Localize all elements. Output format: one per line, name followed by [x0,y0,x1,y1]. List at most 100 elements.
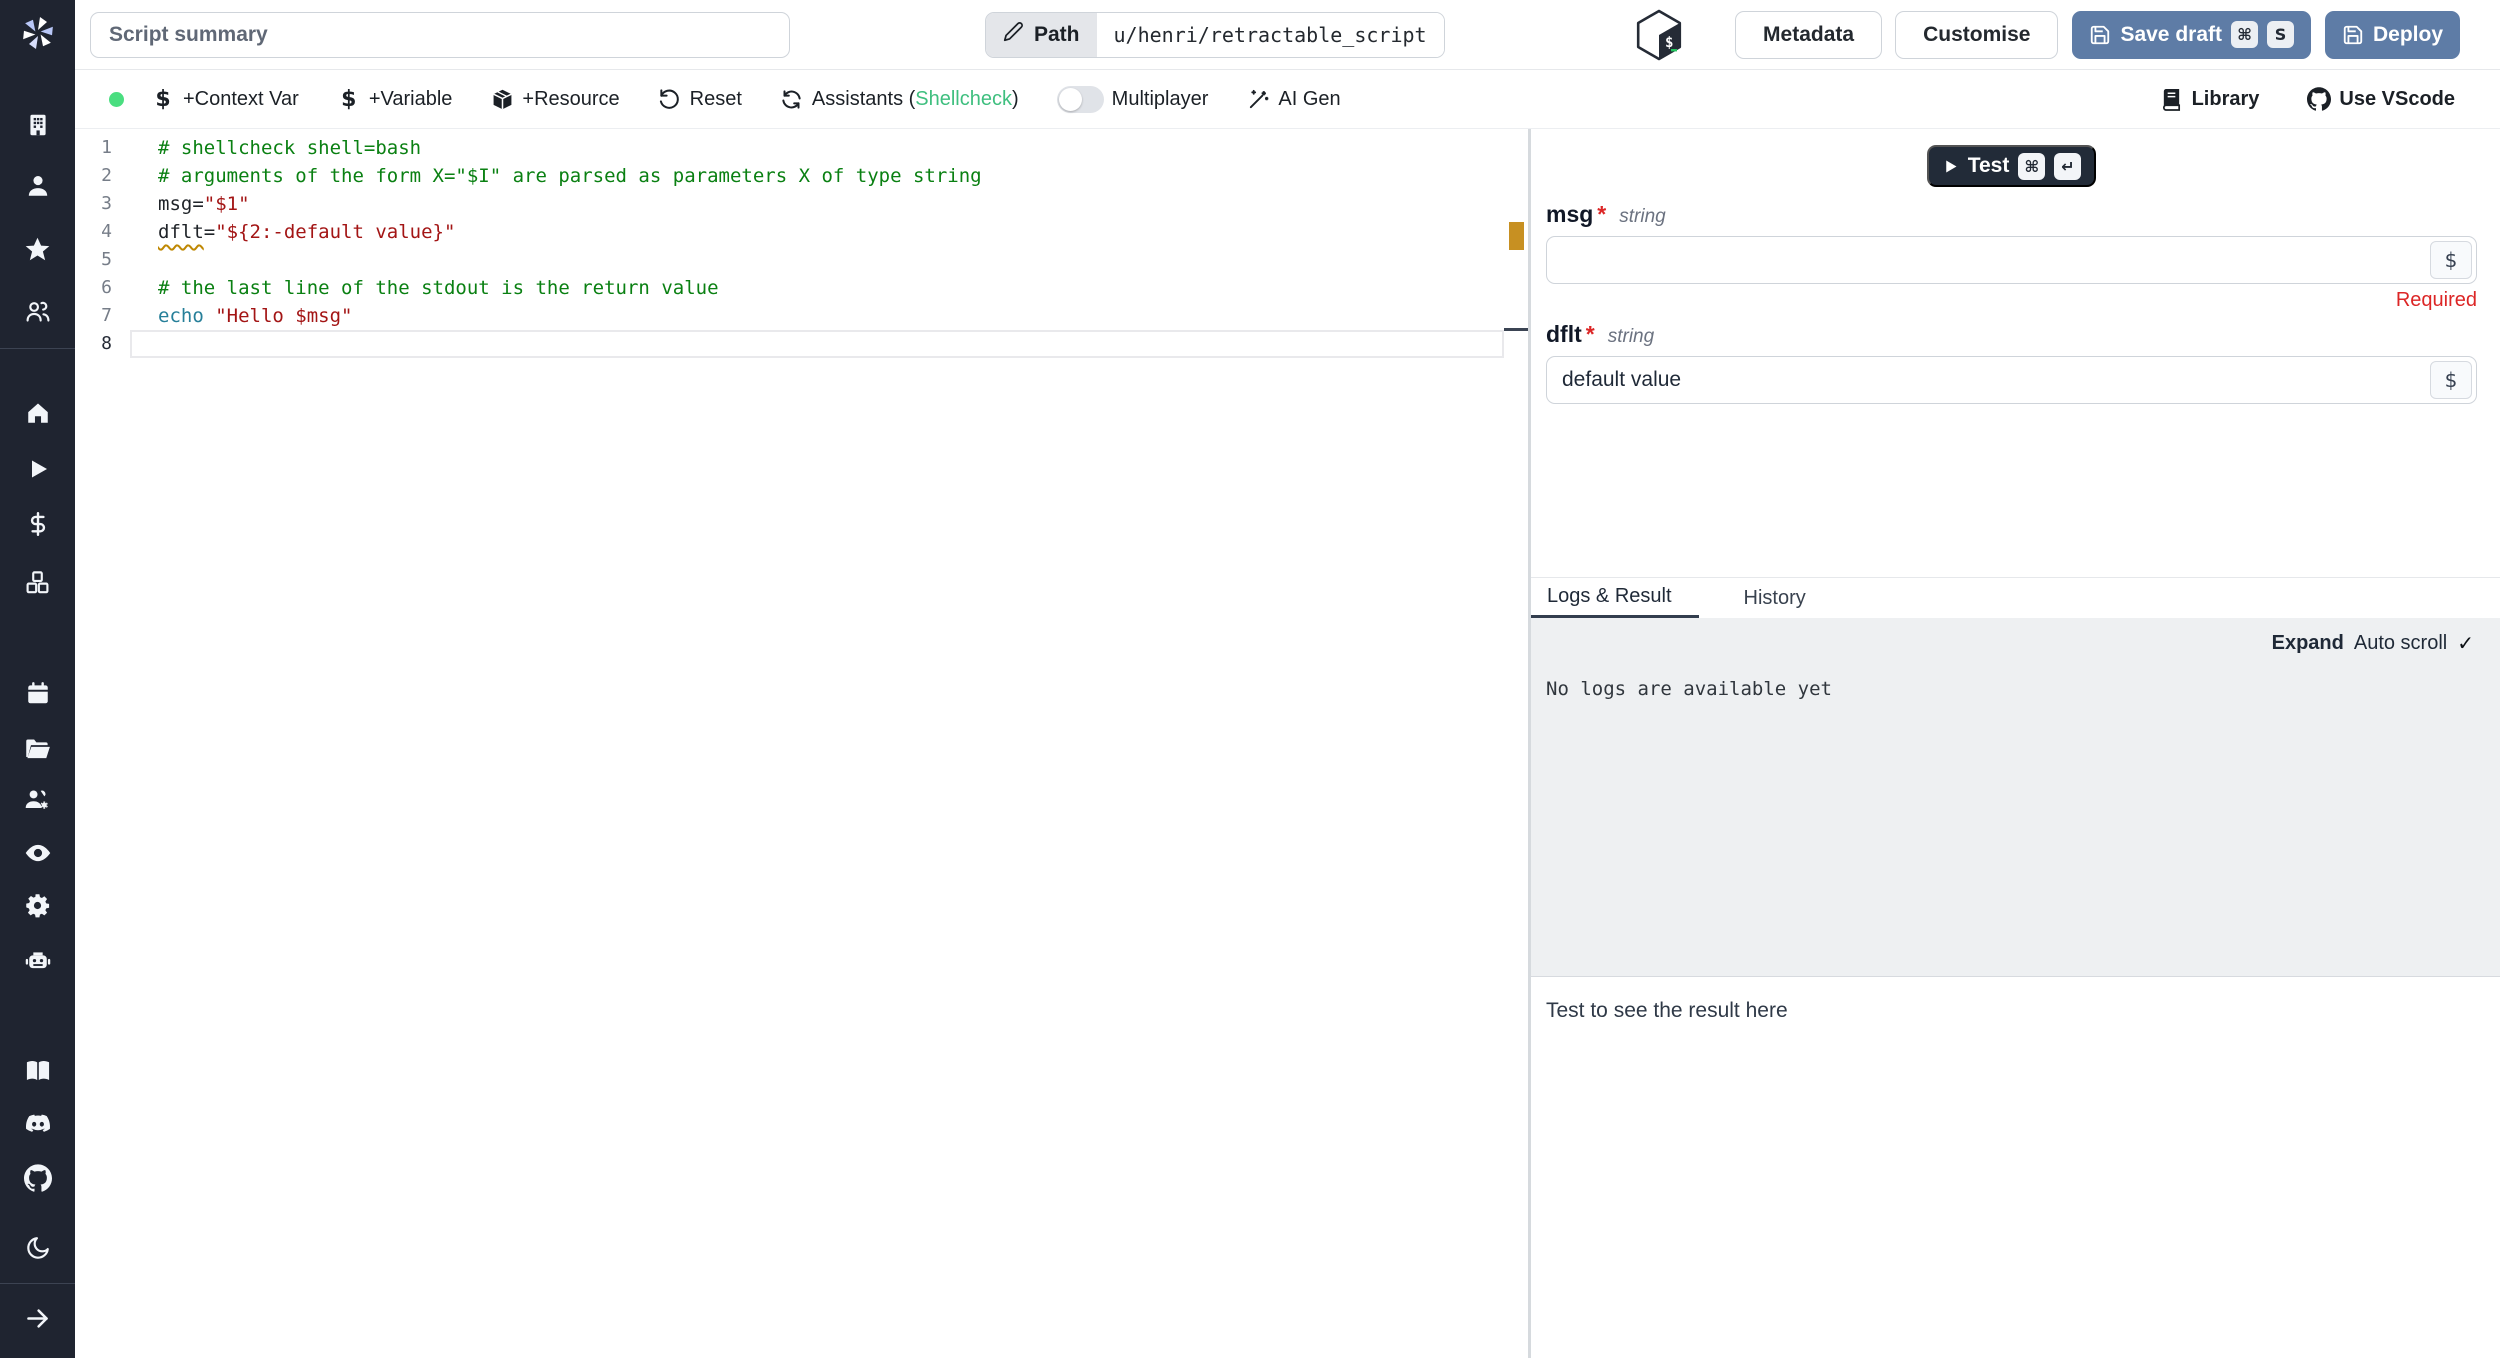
autoscroll-toggle[interactable]: Auto scroll [2354,632,2447,655]
save-draft-button[interactable]: Save draft ⌘ S [2072,10,2311,59]
toolbar-item-use-vscode[interactable]: Use VScode [2307,87,2455,111]
sidebar-item-dollar[interactable] [0,502,75,546]
play-icon [26,457,50,481]
variable-picker-button[interactable]: $ [2430,361,2472,399]
sidebar-item-calendar[interactable] [0,671,75,715]
sidebar-item-building[interactable] [0,103,75,147]
expand-button[interactable]: Expand [2272,632,2344,655]
github-icon [2307,87,2332,111]
kbd-enter: ↵ [2054,152,2082,180]
sidebar-item-eye[interactable] [0,831,75,875]
sidebar-item-github[interactable] [0,1156,75,1200]
line-number: 2 [101,165,112,186]
sidebar-divider [0,348,75,349]
sidebar-item-users-gear[interactable] [0,777,75,821]
overview-ruler-cursor-marker [1504,328,1528,331]
overview-ruler-warning-marker [1509,222,1524,250]
line-content [130,246,1504,274]
kbd-s: S [2266,21,2294,48]
script-summary-input[interactable] [90,11,790,58]
sidebar-item-book-open[interactable] [0,1049,75,1093]
customise-button[interactable]: Customise [1895,10,2059,59]
toolbar-item-multiplayer[interactable]: Multiplayer [1056,85,1208,113]
sidebar-item-cubes[interactable] [0,560,75,604]
refresh-icon [780,88,804,111]
sidebar-item-gear[interactable] [0,883,75,927]
toolbar-item--resource[interactable]: +Resource [490,88,620,111]
line-number: 8 [101,333,112,354]
package-icon [490,88,514,111]
moon-icon [25,1235,51,1261]
gear-icon [24,892,51,919]
code-line[interactable]: 5 [75,246,1504,274]
toolbar-item--variable[interactable]: $ +Variable [337,87,452,112]
toolbar-item--context-var[interactable]: $ +Context Var [151,87,298,112]
run-panel: Test ⌘ ↵ msg * string $ Required dflt * st… [1531,129,2500,1358]
cubes-icon [24,569,51,596]
overview-ruler [1504,129,1528,1358]
github-icon [23,1164,52,1192]
sidebar-item-user[interactable] [0,164,75,208]
multiplayer-toggle[interactable] [1056,85,1104,113]
sidebar-item-play[interactable] [0,447,75,491]
code-line[interactable]: 2 # arguments of the form X="$I" are pars… [75,162,1504,190]
toolbar-item-assistants--[interactable]: Assistants (Shellcheck) [780,88,1019,111]
path-label: Path [1034,22,1080,46]
path-button[interactable]: Path u/henri/retractable_script [985,11,1445,58]
eye-icon [24,839,52,867]
windmill-logo[interactable] [0,8,75,62]
metadata-button[interactable]: Metadata [1735,10,1883,59]
sidebar-item-robot[interactable] [0,938,75,982]
sidebar-item-home[interactable] [0,391,75,435]
path-value[interactable]: u/henri/retractable_script [1096,12,1444,57]
required-star: * [1597,201,1607,227]
sidebar-item-arrow-right[interactable] [0,1296,75,1340]
toolbar-item-ai-gen[interactable]: AI Gen [1246,88,1341,111]
save-draft-label: Save draft [2120,22,2222,46]
line-content [130,330,1504,358]
path-edit-segment[interactable]: Path [986,12,1097,57]
deploy-button[interactable]: Deploy [2324,10,2460,59]
bash-icon: $ [1633,9,1685,61]
tab-logs-result[interactable]: Logs & Result [1531,578,1699,618]
result-placeholder: Test to see the result here [1546,999,1788,1022]
test-label: Test [1967,154,2010,177]
variable-picker-button[interactable]: $ [2430,241,2472,279]
code-line[interactable]: 6 # the last line of the stdout is the re… [75,274,1504,302]
reset-icon [658,88,682,111]
code-line[interactable]: 1 # shellcheck shell=bash [75,134,1504,162]
line-content: # arguments of the form X="$I" are parse… [158,165,982,187]
kbd-cmd: ⌘ [2230,21,2258,48]
arrow-right-icon [24,1305,51,1332]
msg-input[interactable] [1547,237,2476,283]
windmill-pinwheel-icon [18,13,58,58]
svg-text:$: $ [1665,35,1673,51]
sidebar-item-folder-open[interactable] [0,726,75,770]
line-content: msg="$1" [158,193,250,215]
sidebar-item-users[interactable] [0,289,75,333]
calendar-icon [25,680,51,706]
tab-history[interactable]: History [1738,578,1812,618]
line-content: # the last line of the stdout is the ret… [158,277,719,299]
dflt-input[interactable] [1547,357,2476,403]
home-icon [25,400,51,426]
line-number: 7 [101,305,112,326]
code-line[interactable]: 8 [75,330,1504,358]
sidebar-item-star[interactable] [0,227,75,271]
code-line[interactable]: 4 dflt="${2:-default value}" [75,218,1504,246]
sidebar-item-moon[interactable] [0,1226,75,1270]
sidebar-item-discord[interactable] [0,1102,75,1146]
code-line[interactable]: 7 echo "Hello $msg" [75,302,1504,330]
toolbar-item-library[interactable]: Library [2160,88,2259,111]
code-line[interactable]: 3 msg="$1" [75,190,1504,218]
code-editor[interactable]: 1 # shellcheck shell=bash 2 # arguments of … [75,129,1528,1358]
robot-icon [24,946,52,974]
star-icon [24,236,51,263]
code-lines: 1 # shellcheck shell=bash 2 # arguments of … [75,134,1504,358]
logs-empty-message: No logs are available yet [1546,678,1832,700]
toolbar-item-reset[interactable]: Reset [658,88,742,111]
deploy-label: Deploy [2372,22,2443,46]
line-number: 6 [101,277,112,298]
status-dot [109,91,124,107]
test-button[interactable]: Test ⌘ ↵ [1926,145,2097,187]
